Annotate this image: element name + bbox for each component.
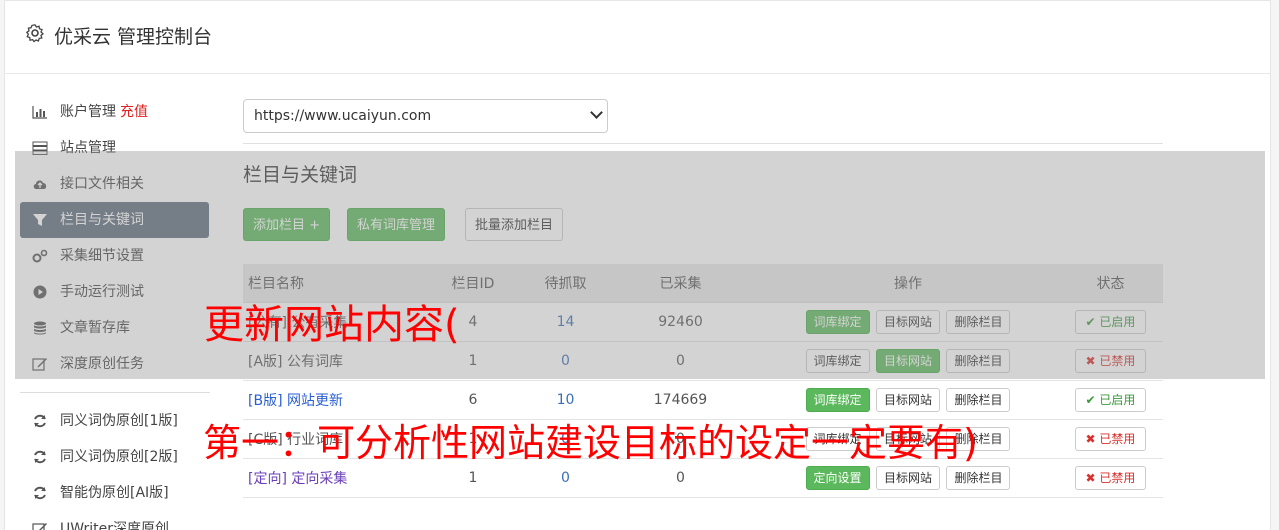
delete-column-button[interactable]: 删除栏目 xyxy=(946,465,1011,490)
target-site-button[interactable]: 目标网站 xyxy=(875,387,940,412)
refresh-icon xyxy=(34,414,46,428)
overlay-caption-1: 更新网站内容( xyxy=(204,302,460,348)
chevron-down-icon xyxy=(590,106,603,119)
header: 优采云 管理控制台 xyxy=(5,1,1270,74)
sidebar-item-uwriter[interactable]: UWriter深度原创 xyxy=(20,511,210,530)
gray-overlay xyxy=(15,151,1265,379)
site-select-value: https://www.ucaiyun.com xyxy=(254,108,432,124)
sidebar-item-account[interactable]: 账户管理 充值 xyxy=(20,94,210,130)
page-title: 优采云 管理控制台 xyxy=(54,26,213,48)
sidebar-item-label: 同义词伪原创[2版] xyxy=(60,449,178,465)
status-toggle[interactable]: ✔ 已启用 xyxy=(1074,387,1147,412)
status-toggle[interactable]: ✖ 已禁用 xyxy=(1074,465,1147,490)
sidebar-item-synonym-v1[interactable]: 同义词伪原创[1版] xyxy=(20,403,210,439)
sidebar-item-label: UWriter深度原创 xyxy=(60,521,169,530)
divider xyxy=(243,143,1163,144)
target-site-button[interactable]: 目标网站 xyxy=(875,465,940,490)
status-cell: ✖ 已禁用 xyxy=(1058,458,1163,498)
delete-column-button[interactable]: 删除栏目 xyxy=(946,387,1011,412)
recharge-link[interactable]: 充值 xyxy=(120,104,148,120)
edit-icon xyxy=(32,523,47,530)
status-cell: ✔ 已启用 xyxy=(1058,380,1163,420)
refresh-icon xyxy=(34,486,46,500)
targeted-settings-button[interactable]: 定向设置 xyxy=(805,465,870,490)
lexicon-bind-button[interactable]: 词库绑定 xyxy=(805,387,870,412)
sidebar-item-label: 同义词伪原创[1版] xyxy=(60,413,178,429)
gear-icon xyxy=(25,24,45,43)
sidebar-divider xyxy=(20,392,210,393)
sidebar-item-label: 智能伪原创[AI版] xyxy=(60,485,169,501)
status-toggle[interactable]: ✖ 已禁用 xyxy=(1074,426,1147,451)
sidebar-item-synonym-v2[interactable]: 同义词伪原创[2版] xyxy=(20,439,210,475)
sidebar-item-ai-rewrite[interactable]: 智能伪原创[AI版] xyxy=(20,475,210,511)
sidebar-item-label: 账户管理 xyxy=(60,104,116,120)
status-cell: ✖ 已禁用 xyxy=(1058,419,1163,459)
bar-chart-icon xyxy=(32,106,47,119)
site-select[interactable]: https://www.ucaiyun.com xyxy=(243,99,608,133)
overlay-caption-2: 第一：可分析性网站建设目标的设定一定要有) xyxy=(203,421,978,465)
refresh-icon xyxy=(34,450,46,464)
